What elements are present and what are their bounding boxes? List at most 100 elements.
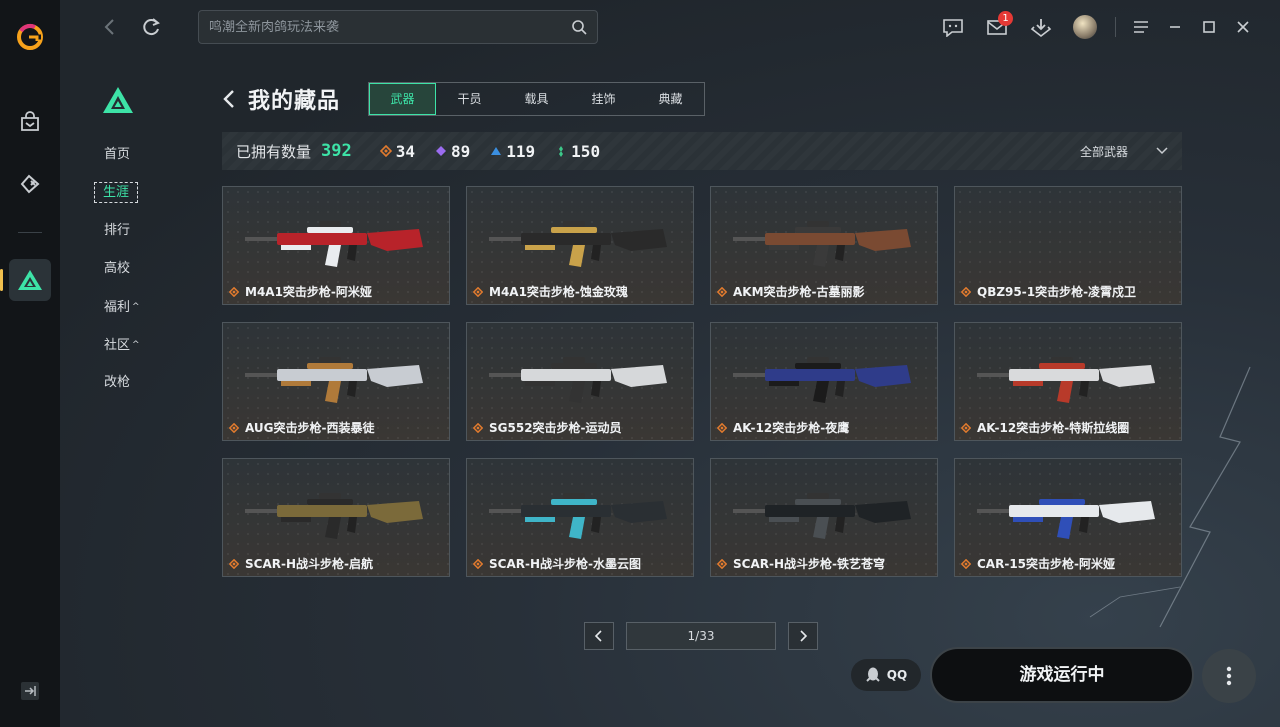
main-panel: 1 bbox=[60, 0, 1280, 727]
chevron-down-icon bbox=[1156, 147, 1168, 155]
avatar bbox=[1073, 15, 1097, 39]
qq-login-button[interactable]: QQ bbox=[851, 659, 921, 691]
game-running-button[interactable]: 游戏运行中 bbox=[930, 647, 1194, 703]
weapon-skin-name: AK-12突击步枪-特斯拉线圈 bbox=[977, 421, 1130, 435]
weapon-skin-card[interactable]: CAR-15突击步枪-阿米娅 bbox=[954, 458, 1182, 577]
subnav-item[interactable]: 社区 ^ bbox=[90, 326, 190, 364]
category-tab[interactable]: 挂饰 bbox=[570, 83, 637, 115]
title-row: 我的藏品 武器 干员 载具 挂饰 典藏 bbox=[222, 80, 1182, 118]
weapon-skin-card[interactable]: AK-12突击步枪-特斯拉线圈 bbox=[954, 322, 1182, 441]
games-button[interactable] bbox=[10, 164, 50, 204]
qq-label: QQ bbox=[886, 668, 908, 682]
rarity-tier-icon bbox=[961, 422, 971, 433]
chat-button[interactable] bbox=[931, 12, 975, 42]
ownership-stats-bar: 已拥有数量 392 34 89 119 150 全部武器 bbox=[222, 132, 1182, 170]
qq-penguin-icon bbox=[866, 667, 880, 682]
rarity-count-value: 150 bbox=[571, 141, 601, 161]
pagination: 1/33 bbox=[584, 622, 818, 650]
close-button[interactable] bbox=[1226, 12, 1260, 42]
rarity-tier-icon bbox=[229, 422, 239, 433]
weapon-filter-dropdown[interactable]: 全部武器 bbox=[1080, 132, 1168, 170]
weapon-skin-name: AUG突击步枪-西装暴徒 bbox=[245, 421, 375, 435]
collapse-sidebar-icon[interactable] bbox=[20, 681, 40, 701]
weapon-skin-card[interactable]: SG552突击步枪-运动员 bbox=[466, 322, 694, 441]
mail-button[interactable]: 1 bbox=[975, 11, 1019, 42]
category-tab[interactable]: 载具 bbox=[503, 83, 570, 115]
minimize-button[interactable] bbox=[1158, 12, 1192, 42]
delta-force-logo-icon bbox=[18, 270, 42, 290]
close-icon bbox=[1237, 21, 1249, 33]
weapon-skin-label: SG552突击步枪-运动员 bbox=[473, 419, 622, 436]
subnav-item[interactable]: 排行 bbox=[90, 212, 190, 250]
app-logo-icon[interactable] bbox=[15, 22, 45, 52]
chat-icon bbox=[943, 19, 963, 37]
delta-force-game-button[interactable] bbox=[0, 259, 51, 301]
weapon-skin-card[interactable]: SCAR-H战斗步枪-启航 bbox=[222, 458, 450, 577]
weapon-skin-name: SCAR-H战斗步枪-水墨云图 bbox=[489, 557, 641, 571]
subnav-item-label: 排行 bbox=[104, 223, 131, 238]
back-nav-icon[interactable] bbox=[100, 16, 120, 38]
rarity-tier-icon bbox=[717, 286, 727, 297]
weapon-skin-grid: M4A1突击步枪-阿米娅 M4A1突击步枪-蚀金玫瑰 AKM突击步枪-古墓丽影 … bbox=[222, 186, 1182, 577]
rarity-tier-icon bbox=[473, 286, 483, 297]
section-nav: 首页生涯排行高校 福利 ^ 社区 ^ 改枪 bbox=[90, 86, 190, 402]
weapon-skin-label: M4A1突击步枪-阿米娅 bbox=[229, 283, 372, 300]
rarity-count-value: 119 bbox=[506, 141, 536, 161]
rarity-tier-icon bbox=[473, 558, 483, 569]
subnav-item[interactable]: 高校 bbox=[90, 250, 190, 288]
rarity-tier-icon bbox=[473, 422, 483, 433]
rail-divider bbox=[18, 232, 42, 233]
menu-button[interactable] bbox=[1124, 12, 1158, 42]
category-tab[interactable]: 干员 bbox=[436, 83, 503, 115]
weapon-skin-name: AK-12突击步枪-夜鹰 bbox=[733, 421, 850, 435]
owned-total: 392 bbox=[321, 141, 352, 161]
weapon-skin-card[interactable]: SCAR-H战斗步枪-铁艺苍穹 bbox=[710, 458, 938, 577]
weapon-skin-card[interactable]: M4A1突击步枪-阿米娅 bbox=[222, 186, 450, 305]
top-bar: 1 bbox=[60, 0, 1280, 54]
weapon-skin-card[interactable]: QBZ95-1突击步枪-凌霄戍卫 bbox=[954, 186, 1182, 305]
category-tab[interactable]: 武器 bbox=[369, 83, 437, 115]
subnav-item[interactable]: 福利 ^ bbox=[90, 288, 190, 326]
subnav-item-label: 首页 bbox=[104, 147, 131, 162]
rarity-count: 89 bbox=[435, 142, 470, 161]
app-rail bbox=[0, 0, 60, 727]
delta-force-brand-icon bbox=[103, 87, 133, 113]
rarity-tier-icon bbox=[436, 146, 446, 156]
chevron-left-icon bbox=[594, 630, 602, 642]
more-options-button[interactable] bbox=[1202, 649, 1256, 703]
next-page-button[interactable] bbox=[788, 622, 818, 650]
weapon-skin-card[interactable]: AUG突击步枪-西装暴徒 bbox=[222, 322, 450, 441]
download-button[interactable] bbox=[1019, 12, 1063, 42]
rarity-count: 150 bbox=[555, 142, 600, 161]
page-indicator[interactable]: 1/33 bbox=[626, 622, 776, 650]
subnav-item[interactable]: 首页 bbox=[90, 136, 190, 174]
back-arrow-icon[interactable] bbox=[222, 88, 236, 110]
category-tab[interactable]: 典藏 bbox=[637, 83, 704, 115]
weapon-skin-card[interactable]: AK-12突击步枪-夜鹰 bbox=[710, 322, 938, 441]
maximize-button[interactable] bbox=[1192, 12, 1226, 42]
subnav-item[interactable]: 生涯 bbox=[90, 174, 190, 212]
weapon-skin-name: CAR-15突击步枪-阿米娅 bbox=[977, 557, 1115, 571]
prev-page-button[interactable] bbox=[584, 622, 614, 650]
weapon-skin-label: AKM突击步枪-古墓丽影 bbox=[717, 283, 865, 300]
refresh-icon[interactable] bbox=[140, 16, 162, 38]
store-button[interactable] bbox=[10, 102, 50, 142]
subnav-item[interactable]: 改枪 bbox=[90, 364, 190, 402]
weapon-skin-card[interactable]: M4A1突击步枪-蚀金玫瑰 bbox=[466, 186, 694, 305]
weapon-skin-card[interactable]: AKM突击步枪-古墓丽影 bbox=[710, 186, 938, 305]
weapon-skin-name: SCAR-H战斗步枪-铁艺苍穹 bbox=[733, 557, 885, 571]
profile-button[interactable] bbox=[1063, 12, 1107, 42]
weapon-skin-card[interactable]: SCAR-H战斗步枪-水墨云图 bbox=[466, 458, 694, 577]
rarity-count: 34 bbox=[379, 142, 415, 161]
minimize-icon bbox=[1170, 26, 1180, 28]
mail-badge: 1 bbox=[998, 11, 1013, 26]
search-icon[interactable] bbox=[571, 19, 587, 35]
search-input[interactable] bbox=[209, 19, 571, 35]
weapon-image bbox=[489, 493, 667, 539]
top-actions: 1 bbox=[931, 11, 1260, 42]
weapon-image bbox=[245, 493, 423, 539]
weapon-skin-name: SCAR-H战斗步枪-启航 bbox=[245, 557, 373, 571]
weapon-skin-label: SCAR-H战斗步枪-启航 bbox=[229, 555, 373, 572]
search-box[interactable] bbox=[198, 10, 598, 44]
weapon-image bbox=[733, 493, 911, 539]
